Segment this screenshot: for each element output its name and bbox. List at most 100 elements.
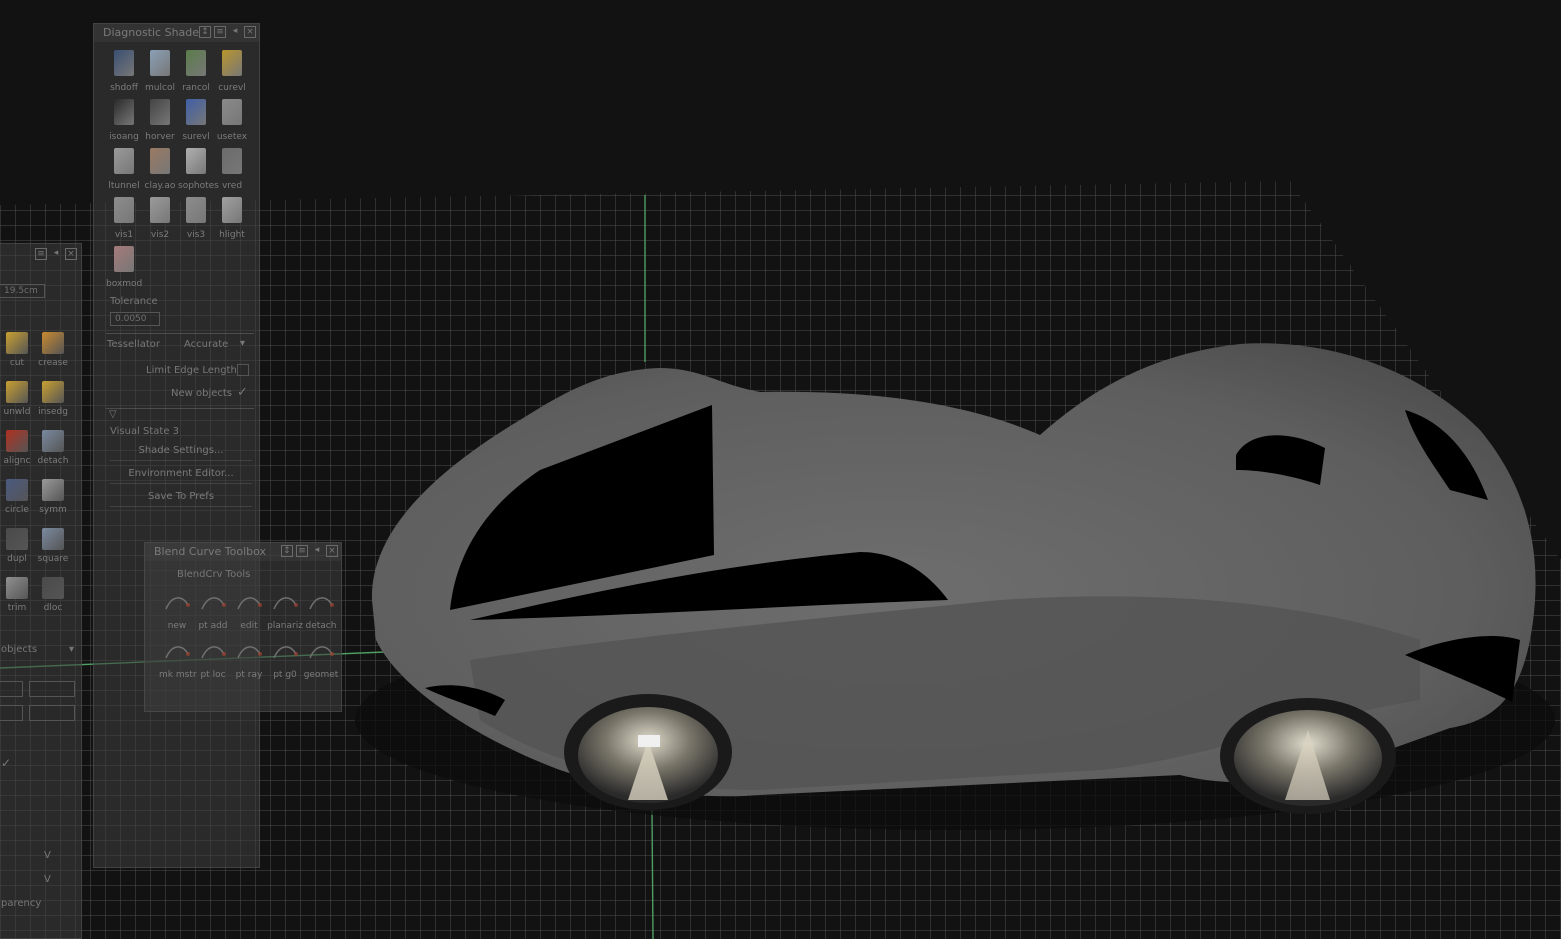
ds-tool-mulcol[interactable]: mulcol: [142, 48, 178, 94]
collapse-icon[interactable]: ◂: [311, 545, 323, 557]
tool-label: boxmod: [106, 279, 143, 289]
ds-tool-clay-ao[interactable]: clay.ao: [142, 146, 178, 192]
rear-wheel[interactable]: [1220, 698, 1396, 814]
left-checkmark[interactable]: ✓: [1, 756, 11, 770]
ds-tool-isoang[interactable]: isoang: [106, 97, 142, 143]
left-tool-alignc[interactable]: alignc: [0, 428, 35, 466]
environment-editor-button[interactable]: Environment Editor...: [110, 465, 252, 484]
ds-tool-hlight[interactable]: hlight: [214, 195, 250, 241]
left-tool-trim[interactable]: trim: [0, 575, 35, 613]
left-palette: ≡ ◂ × 19.5cm cut crease unwld insedg alignc d…: [0, 243, 82, 939]
new-objects-checkbox[interactable]: ✓: [237, 385, 248, 400]
ds-tool-vis1[interactable]: vis1: [106, 195, 142, 241]
blend-tool-pt-ray[interactable]: pt ray: [231, 640, 267, 680]
tool-label: dloc: [43, 603, 63, 613]
left-tool-symm[interactable]: symm: [35, 477, 71, 515]
make-master-icon: [164, 640, 190, 662]
blend-tool-new[interactable]: new: [159, 591, 195, 631]
blend-tool-pt-g0[interactable]: pt g0: [267, 640, 303, 680]
geometry-icon: [308, 640, 334, 662]
objects-dropdown-arrow[interactable]: ▾: [69, 644, 74, 655]
v-label-2: V: [44, 874, 51, 885]
tool-label: edit: [240, 621, 258, 631]
shade-settings-button[interactable]: Shade Settings...: [110, 442, 252, 461]
left-tool-dupl[interactable]: dupl: [0, 526, 35, 564]
ds-tool-horver[interactable]: horver: [142, 97, 178, 143]
use-texture-icon: [222, 99, 242, 125]
collapse-icon[interactable]: ◂: [50, 248, 62, 260]
tool-label: mulcol: [145, 83, 175, 93]
expand-arrow-icon[interactable]: ▽: [109, 409, 117, 420]
symmetry-icon: [42, 479, 64, 501]
tool-label: clay.ao: [144, 181, 176, 191]
separator: [106, 408, 254, 409]
tool-label: geomet: [303, 670, 339, 680]
blend-tool-planariz[interactable]: planariz: [267, 591, 303, 631]
left-tool-cut[interactable]: cut: [0, 330, 35, 368]
left-tool-dloc[interactable]: dloc: [35, 575, 71, 613]
left-tool-circle[interactable]: circle: [0, 477, 35, 515]
ds-tool-shdoff[interactable]: shdoff: [106, 48, 142, 94]
left-field-4[interactable]: [29, 705, 75, 721]
length-field[interactable]: 19.5cm: [0, 284, 45, 298]
blend-tool-geomet[interactable]: geomet: [303, 640, 339, 680]
limit-edge-length-checkbox[interactable]: [237, 364, 249, 376]
menu-icon[interactable]: ≡: [214, 26, 226, 38]
planarize-icon: [272, 591, 298, 613]
blend-curve-toolbox: Blend Curve Toolbox ↕ ≡ ◂ × BlendCrv Too…: [144, 542, 342, 712]
ds-tool-vis2[interactable]: vis2: [142, 195, 178, 241]
blend-tool-detach[interactable]: detach: [303, 591, 339, 631]
tessellator-dropdown-arrow[interactable]: ▾: [240, 338, 245, 349]
left-tool-detach[interactable]: detach: [35, 428, 71, 466]
tool-label: detach: [37, 456, 69, 466]
diagnostic-shade-titlebar[interactable]: Diagnostic Shade ↕ ≡ ◂ ×: [94, 24, 259, 42]
ds-tool-sophotes[interactable]: sophotes: [178, 146, 219, 192]
ds-tool-rancol[interactable]: rancol: [178, 48, 214, 94]
front-wheel[interactable]: [564, 694, 732, 810]
tool-label: symm: [39, 505, 67, 515]
left-tool-crease[interactable]: crease: [35, 330, 71, 368]
ds-tool-vred[interactable]: vred: [214, 146, 250, 192]
shading-off-icon: [114, 50, 134, 76]
blend-tool-pt-loc[interactable]: pt loc: [195, 640, 231, 680]
tool-label: planariz: [267, 621, 303, 631]
tolerance-field[interactable]: 0.0050: [110, 312, 160, 326]
left-tool-insedg[interactable]: insedg: [35, 379, 71, 417]
collapse-icon[interactable]: ◂: [229, 26, 241, 38]
blend-tool-pt-add[interactable]: pt add: [195, 591, 231, 631]
ds-tool-curevl[interactable]: curevl: [214, 48, 250, 94]
menu-icon[interactable]: ≡: [296, 545, 308, 557]
ds-tool-boxmod[interactable]: boxmod: [106, 244, 142, 290]
blend-curve-titlebar[interactable]: Blend Curve Toolbox ↕ ≡ ◂ ×: [145, 543, 341, 561]
blend-tool-edit[interactable]: edit: [231, 591, 267, 631]
point-locator-icon: [200, 640, 226, 662]
tool-label: pt loc: [200, 670, 226, 680]
unweld-icon: [6, 381, 28, 403]
close-icon[interactable]: ×: [244, 26, 256, 38]
menu-icon[interactable]: ≡: [35, 248, 47, 260]
left-field-2[interactable]: [29, 681, 75, 697]
tessellator-dropdown[interactable]: Accurate: [184, 339, 228, 350]
ds-tool-ltunnel[interactable]: ltunnel: [106, 146, 142, 192]
tool-label: pt g0: [273, 670, 297, 680]
vred-icon: [222, 148, 242, 174]
tool-label: ltunnel: [108, 181, 140, 191]
close-icon[interactable]: ×: [65, 248, 77, 260]
tool-label: circle: [5, 505, 29, 515]
resize-icon[interactable]: ↕: [199, 26, 211, 38]
tool-label: alignc: [3, 456, 31, 466]
left-field-3[interactable]: [0, 705, 23, 721]
close-icon[interactable]: ×: [326, 545, 338, 557]
ds-tool-vis3[interactable]: vis3: [178, 195, 214, 241]
tool-label: vis1: [114, 230, 134, 240]
left-field-1[interactable]: [0, 681, 23, 697]
left-tool-square[interactable]: square: [35, 526, 71, 564]
resize-icon[interactable]: ↕: [281, 545, 293, 557]
blend-detach-icon: [308, 591, 334, 613]
blend-tool-mk-mstr[interactable]: mk mstr: [159, 640, 197, 680]
left-tool-unwld[interactable]: unwld: [0, 379, 35, 417]
save-to-prefs-button[interactable]: Save To Prefs: [110, 488, 252, 507]
ds-tool-surevl[interactable]: surevl: [178, 97, 214, 143]
align-curve-icon: [6, 430, 28, 452]
ds-tool-usetex[interactable]: usetex: [214, 97, 250, 143]
